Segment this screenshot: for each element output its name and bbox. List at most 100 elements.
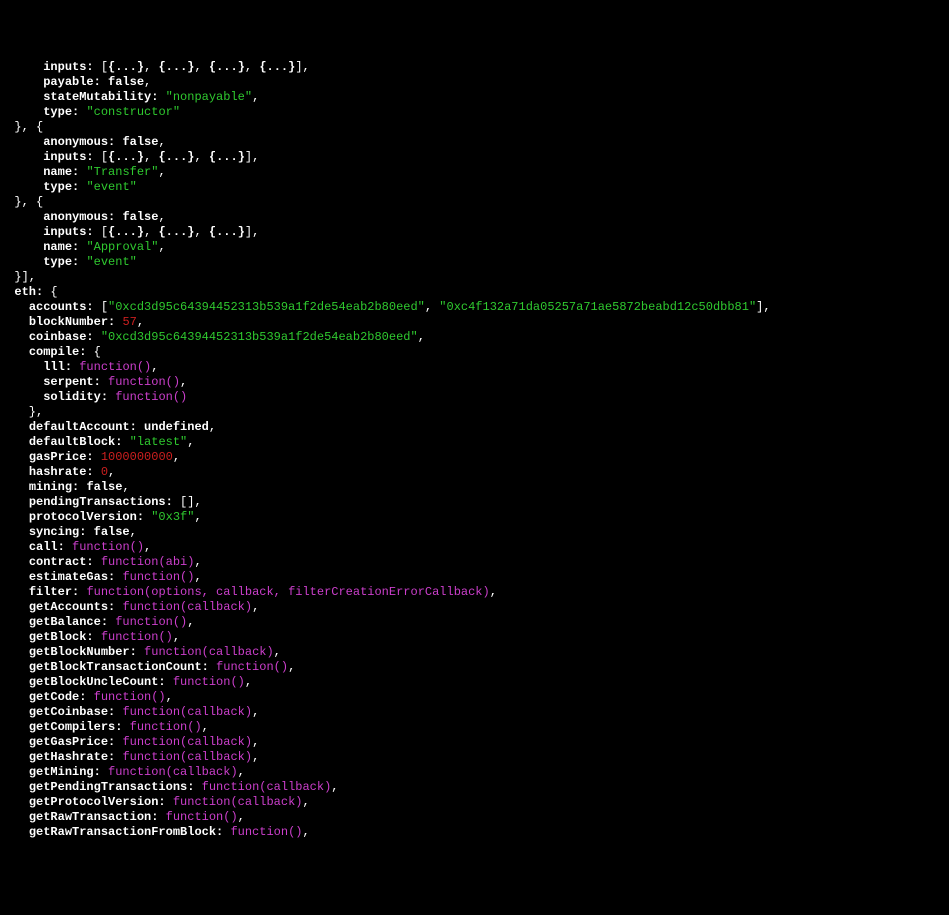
code-token [209,660,216,674]
code-token [0,285,14,299]
code-line: getCoinbase: function(callback), [0,705,949,720]
code-line: getBlockTransactionCount: function(), [0,660,949,675]
code-token: function() [115,615,187,629]
code-token [0,600,29,614]
code-token: }, { [0,120,43,134]
code-token [0,585,29,599]
code-line: type: "constructor" [0,105,949,120]
code-line: anonymous: false, [0,135,949,150]
code-token: function(callback) [122,735,252,749]
code-line: }, { [0,120,949,135]
code-token: , [245,60,259,74]
code-token: "0xcd3d95c64394452313b539a1f2de54eab2b80… [108,300,425,314]
code-token: , [194,150,208,164]
code-token: , [209,420,216,434]
code-line: mining: false, [0,480,949,495]
code-token [0,705,29,719]
code-line: defaultAccount: undefined, [0,420,949,435]
code-token [0,90,43,104]
code-token: contract: [29,555,94,569]
code-token [0,375,43,389]
code-token [137,420,144,434]
code-token [94,450,101,464]
code-token [0,435,29,449]
code-token: inputs: [43,60,93,74]
code-token: function() [115,390,187,404]
code-line: filter: function(options, callback, filt… [0,585,949,600]
code-token: , [158,165,165,179]
code-token [101,375,108,389]
code-token: {...} [209,60,245,74]
code-token [94,330,101,344]
code-token: , [252,600,259,614]
code-token [0,390,43,404]
code-token: defaultBlock: [29,435,123,449]
code-token: , [144,540,151,554]
code-token: , [425,300,439,314]
code-token: [ [94,150,108,164]
code-token: , [144,150,158,164]
code-token: false [122,135,158,149]
code-token: inputs: [43,150,93,164]
code-token: { [86,345,100,359]
code-line: solidity: function() [0,390,949,405]
code-token: , [252,705,259,719]
code-token: ], [295,60,309,74]
code-token: {...} [108,150,144,164]
code-token [0,75,43,89]
code-token [101,765,108,779]
code-line: protocolVersion: "0x3f", [0,510,949,525]
code-token: "Transfer" [86,165,158,179]
code-token: false [108,75,144,89]
code-token: type: [43,105,79,119]
code-token: getGasPrice: [29,735,115,749]
code-token: , [166,690,173,704]
code-line: payable: false, [0,75,949,90]
code-token [0,240,43,254]
code-token: stateMutability: [43,90,158,104]
code-token: getBlockUncleCount: [29,675,166,689]
code-token [0,165,43,179]
code-token: function(callback) [173,795,303,809]
code-token [0,360,43,374]
code-token: {...} [259,60,295,74]
code-token: "latest" [130,435,188,449]
code-token: "event" [86,255,136,269]
code-token: ], [756,300,770,314]
code-token: , [187,615,194,629]
code-token [0,225,43,239]
code-token: 1000000000 [101,450,173,464]
code-line: type: "event" [0,255,949,270]
code-token [158,90,165,104]
code-token: {...} [158,225,194,239]
code-token [0,630,29,644]
code-token: "0xc4f132a71da05257a71ae5872beabd12c50db… [439,300,756,314]
code-token [0,795,29,809]
code-line: inputs: [{...}, {...}, {...}, {...}], [0,60,949,75]
code-token [0,450,29,464]
code-token: getBalance: [29,615,108,629]
code-token: , [194,510,201,524]
code-token [0,720,29,734]
code-token [166,675,173,689]
code-token: function(options, callback, filterCreati… [86,585,489,599]
code-line: getBlockUncleCount: function(), [0,675,949,690]
code-token: anonymous: [43,135,115,149]
code-token: function() [230,825,302,839]
code-token [0,480,29,494]
code-line: getBlock: function(), [0,630,949,645]
code-token [194,780,201,794]
code-token: , [130,525,137,539]
code-token [0,495,29,509]
code-token: , [180,375,187,389]
code-line: type: "event" [0,180,949,195]
code-token [0,345,29,359]
code-line: getBalance: function(), [0,615,949,630]
code-token [0,735,29,749]
code-token: , [122,480,129,494]
code-token: getBlockNumber: [29,645,137,659]
code-token: protocolVersion: [29,510,144,524]
code-token [0,765,29,779]
code-token: ], [245,150,259,164]
code-token: function() [79,360,151,374]
